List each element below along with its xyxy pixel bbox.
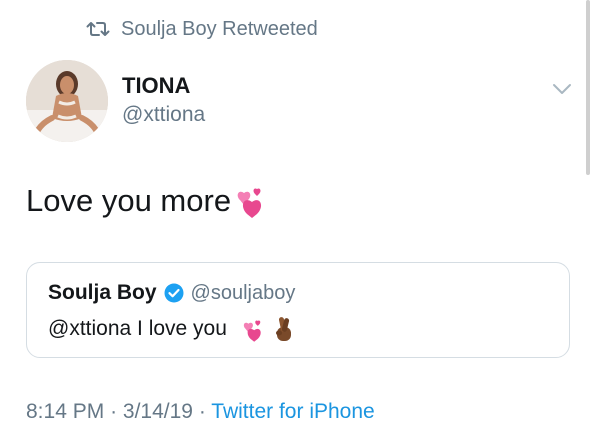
retweet-icon (86, 22, 110, 36)
tweet-time[interactable]: 8:14 PM (26, 400, 104, 423)
tweet-meta: 8:14 PM · 3/14/19 · Twitter for iPhone (26, 400, 375, 424)
meta-separator: · (110, 400, 118, 423)
quoted-tweet-text-content: @xttiona I love you (48, 317, 227, 340)
crossed-fingers-emoji (275, 317, 291, 341)
author-handle[interactable]: @xttiona (122, 103, 205, 127)
quoted-author-handle: @souljaboy (190, 281, 296, 304)
quoted-tweet-header: Soulja Boy @souljaboy (48, 281, 295, 305)
tweet-text-content: Love you more (26, 183, 232, 218)
retweet-context[interactable]: Soulja Boy Retweeted (86, 15, 318, 43)
retweet-context-label: Soulja Boy Retweeted (121, 17, 318, 40)
quoted-tweet-card[interactable]: Soulja Boy @souljaboy @xttiona I love yo… (26, 262, 570, 358)
quoted-tweet-text: @xttiona I love you (48, 315, 295, 343)
scrollbar[interactable] (586, 0, 590, 175)
author-name[interactable]: TIONA (122, 73, 190, 99)
tweet-date[interactable]: 3/14/19 (123, 400, 193, 423)
two-hearts-emoji (237, 188, 262, 218)
quoted-author-name: Soulja Boy (48, 281, 157, 304)
tweet-source-link[interactable]: Twitter for iPhone (211, 400, 374, 423)
tweet-text: Love you more (26, 183, 267, 219)
meta-separator: · (198, 400, 206, 423)
verified-badge-icon (164, 283, 184, 303)
avatar[interactable] (26, 60, 108, 142)
chevron-down-icon[interactable] (552, 82, 572, 96)
two-hearts-emoji (243, 319, 261, 342)
avatar-image (26, 60, 108, 142)
